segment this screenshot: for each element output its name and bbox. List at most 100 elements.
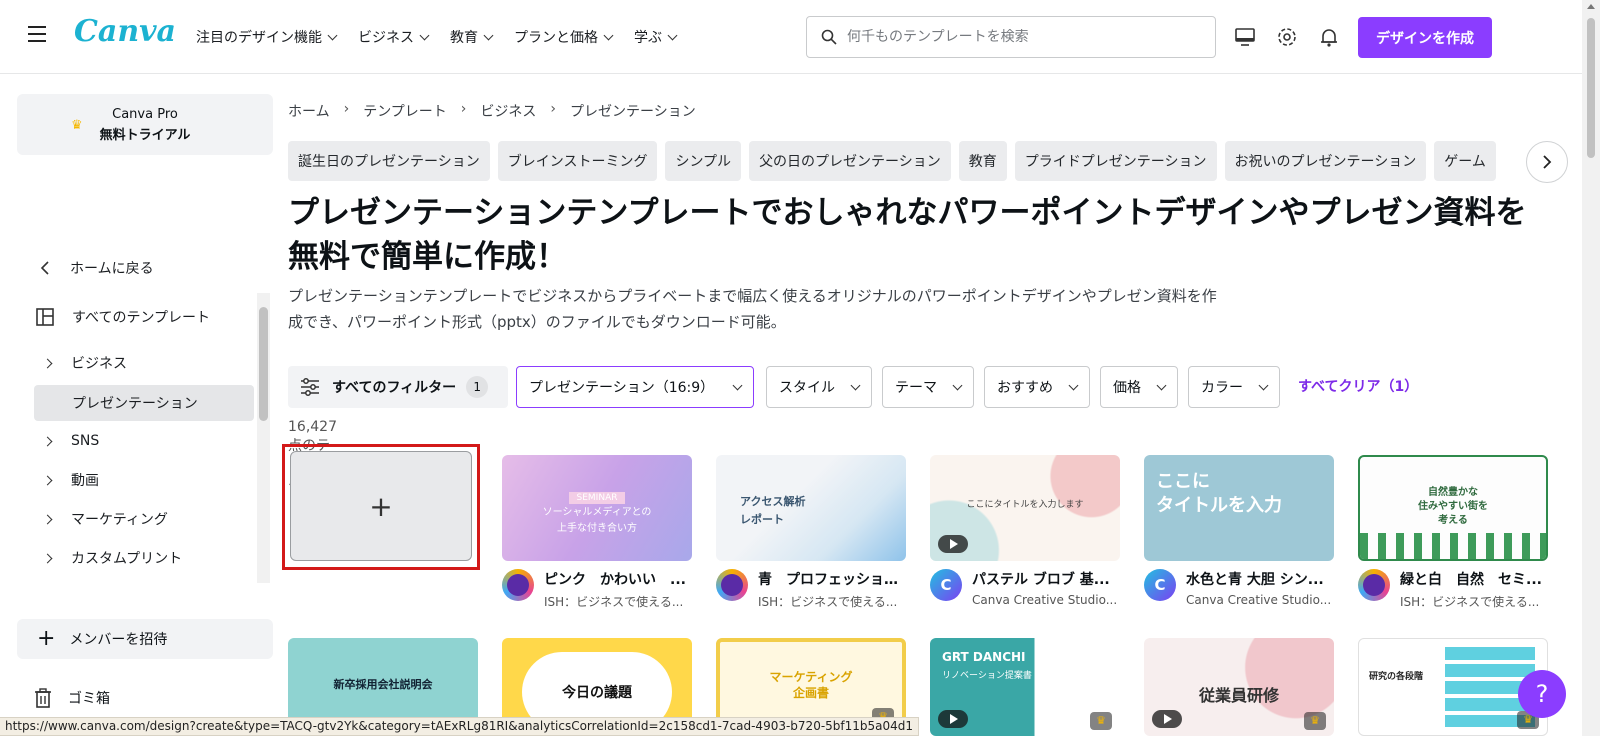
create-blank-button[interactable]: + [290, 451, 472, 561]
filter-color-select[interactable]: カラー [1188, 366, 1280, 408]
chip-education[interactable]: 教育 [958, 141, 1007, 181]
sidebar-item-sns[interactable]: SNS [34, 423, 99, 459]
search-input[interactable] [847, 29, 1215, 45]
card-author[interactable]: Canva Creative Studio... [972, 593, 1122, 607]
template-card[interactable]: アクセス解析 レポート 青 プロフェッショナ... ISH：ビジネスで使える..… [716, 455, 908, 615]
scroll-up-icon[interactable] [1587, 4, 1595, 9]
template-thumbnail[interactable]: アクセス解析 レポート [716, 455, 906, 561]
chip-celebration[interactable]: お祝いのプレゼンテーション [1224, 141, 1427, 181]
pro-crown-icon: ♛ [1304, 712, 1326, 730]
chips-next-button[interactable] [1526, 141, 1568, 183]
template-card[interactable]: 自然豊かな 住みやすい街を 考える 緑と白 自然 セミ... ISH：ビジネスで… [1358, 455, 1548, 615]
card-title[interactable]: ピンク かわいい ... [544, 569, 694, 589]
template-thumbnail[interactable]: SEMINAR ソーシャルメディアとの 上手な付き合い方 [502, 455, 692, 561]
chevron-right-icon [42, 358, 53, 368]
sidebar-item-business[interactable]: ビジネス [34, 345, 127, 381]
chip-fathers-day[interactable]: 父の日のプレゼンテーション [749, 141, 951, 181]
chevron-down-icon [1068, 380, 1079, 390]
page-description: プレゼンテーションテンプレートでビジネスからプライベートまで幅広く使えるオリジナ… [288, 287, 1217, 331]
card-author[interactable]: ISH：ビジネスで使える... [758, 593, 908, 610]
nav-learn[interactable]: 学ぶ [634, 27, 678, 47]
canva-logo[interactable]: Canva [74, 14, 176, 49]
chip-game[interactable]: ゲーム [1434, 141, 1496, 181]
card-author[interactable]: Canva Creative Studio... [1186, 593, 1336, 607]
nav-business[interactable]: ビジネス [358, 27, 430, 47]
card-meta: 青 プロフェッショナ... ISH：ビジネスで使える... [716, 561, 908, 615]
template-thumbnail[interactable]: ここにタイトルを入力します [930, 455, 1120, 561]
sidebar-item-label: ビジネス [71, 356, 127, 372]
sidebar-item-video[interactable]: 動画 [34, 462, 99, 498]
all-templates-link[interactable]: すべてのテンプレート [34, 299, 210, 335]
sidebar-scrollbar[interactable] [257, 293, 270, 583]
create-design-button[interactable]: デザインを作成 [1358, 17, 1492, 58]
canva-avatar[interactable]: C [1144, 569, 1176, 601]
template-thumbnail[interactable]: GRT DANCHI リノベーション提案書 ♛ [930, 638, 1120, 736]
chevron-right-icon [42, 475, 53, 485]
clear-all-filters-link[interactable]: すべてクリア（1） [1298, 376, 1418, 396]
sidebar-scrollbar-thumb[interactable] [259, 307, 268, 421]
card-author[interactable]: ISH：ビジネスで使える... [1400, 593, 1550, 610]
all-filters-button[interactable]: すべてのフィルター 1 [288, 366, 508, 408]
card-title[interactable]: 水色と青 大胆 シン... [1186, 569, 1336, 589]
chip-birthday[interactable]: 誕生日のプレゼンテーション [288, 141, 490, 181]
plus-icon: + [369, 489, 393, 523]
chip-brainstorm[interactable]: ブレインストーミング [497, 141, 658, 181]
filter-presentation-select[interactable]: プレゼンテーション（16:9） [516, 366, 754, 408]
menu-icon[interactable] [28, 26, 46, 42]
trash-link[interactable]: ゴミ箱 [34, 688, 110, 708]
template-thumbnail[interactable]: 自然豊かな 住みやすい街を 考える [1358, 455, 1548, 561]
card-title[interactable]: パステル ブロブ 基... [972, 569, 1122, 589]
breadcrumb-sep-icon: › [460, 101, 467, 117]
nav-features[interactable]: 注目のデザイン機能 [196, 27, 338, 47]
status-bar-url: https://www.canva.com/design?create&type… [0, 717, 920, 736]
sidebar-item-label: 動画 [71, 473, 99, 489]
nav-education[interactable]: 教育 [450, 27, 494, 47]
avatar[interactable] [502, 569, 534, 601]
template-card[interactable]: SEMINAR ソーシャルメディアとの 上手な付き合い方 ピンク かわいい ..… [502, 455, 692, 615]
template-card[interactable]: ここに タイトルを入力 C 水色と青 大胆 シン... Canva Creati… [1144, 455, 1334, 615]
card-title[interactable]: 緑と白 自然 セミ... [1400, 569, 1550, 589]
breadcrumb-templates[interactable]: テンプレート [363, 101, 447, 121]
chevron-right-icon [42, 436, 53, 446]
thumb-text: リノベーション提案書 [942, 671, 1032, 681]
thumb-text: マーケティング [769, 670, 853, 684]
nav-pricing[interactable]: プランと価格 [514, 27, 614, 47]
canva-avatar[interactable]: C [930, 569, 962, 601]
filter-label: プレゼンテーション（16:9） [529, 380, 715, 396]
template-card[interactable]: ここにタイトルを入力します C パステル ブロブ 基... Canva Crea… [930, 455, 1120, 615]
filter-style-select[interactable]: スタイル [766, 366, 872, 408]
crown-icon: ♛ [71, 118, 83, 133]
template-thumbnail[interactable]: 従業員研修 ♛ [1144, 638, 1334, 736]
gear-icon[interactable] [1276, 26, 1298, 48]
card-meta: ピンク かわいい ... ISH：ビジネスで使える... [502, 561, 692, 615]
card-title[interactable]: 青 プロフェッショナ... [758, 569, 908, 589]
back-home-link[interactable]: ホームに戻る [34, 250, 154, 286]
sidebar-item-custom-print[interactable]: カスタムプリント [34, 540, 182, 576]
template-card[interactable]: GRT DANCHI リノベーション提案書 ♛ [930, 638, 1120, 736]
video-play-icon [938, 535, 968, 553]
filter-price-select[interactable]: 価格 [1100, 366, 1178, 408]
breadcrumb-home[interactable]: ホーム [288, 101, 330, 121]
search-icon [821, 29, 837, 45]
search-box[interactable] [806, 16, 1216, 58]
chip-simple[interactable]: シンプル [665, 141, 742, 181]
pro-trial-button[interactable]: ♛ Canva Pro 無料トライアル [17, 94, 273, 155]
chip-pride[interactable]: プライドプレゼンテーション [1014, 141, 1217, 181]
sidebar-item-marketing[interactable]: マーケティング [34, 501, 168, 537]
breadcrumb-business[interactable]: ビジネス [480, 101, 536, 121]
chevron-down-icon [732, 380, 743, 390]
desktop-icon[interactable] [1234, 26, 1256, 48]
scrollbar-thumb[interactable] [1587, 18, 1595, 158]
avatar[interactable] [716, 569, 748, 601]
avatar[interactable] [1358, 569, 1390, 601]
template-thumbnail[interactable]: ここに タイトルを入力 [1144, 455, 1334, 561]
template-card[interactable]: 従業員研修 ♛ [1144, 638, 1334, 736]
bell-icon[interactable] [1318, 26, 1340, 48]
invite-members-button[interactable]: + メンバーを招待 [17, 619, 273, 659]
card-author[interactable]: ISH：ビジネスで使える... [544, 593, 694, 610]
filter-recommended-select[interactable]: おすすめ [984, 366, 1090, 408]
filter-theme-select[interactable]: テーマ [882, 366, 974, 408]
sidebar-item-presentation[interactable]: プレゼンテーション [34, 385, 254, 421]
help-button[interactable]: ? [1518, 670, 1566, 718]
page-scrollbar[interactable] [1582, 0, 1600, 736]
